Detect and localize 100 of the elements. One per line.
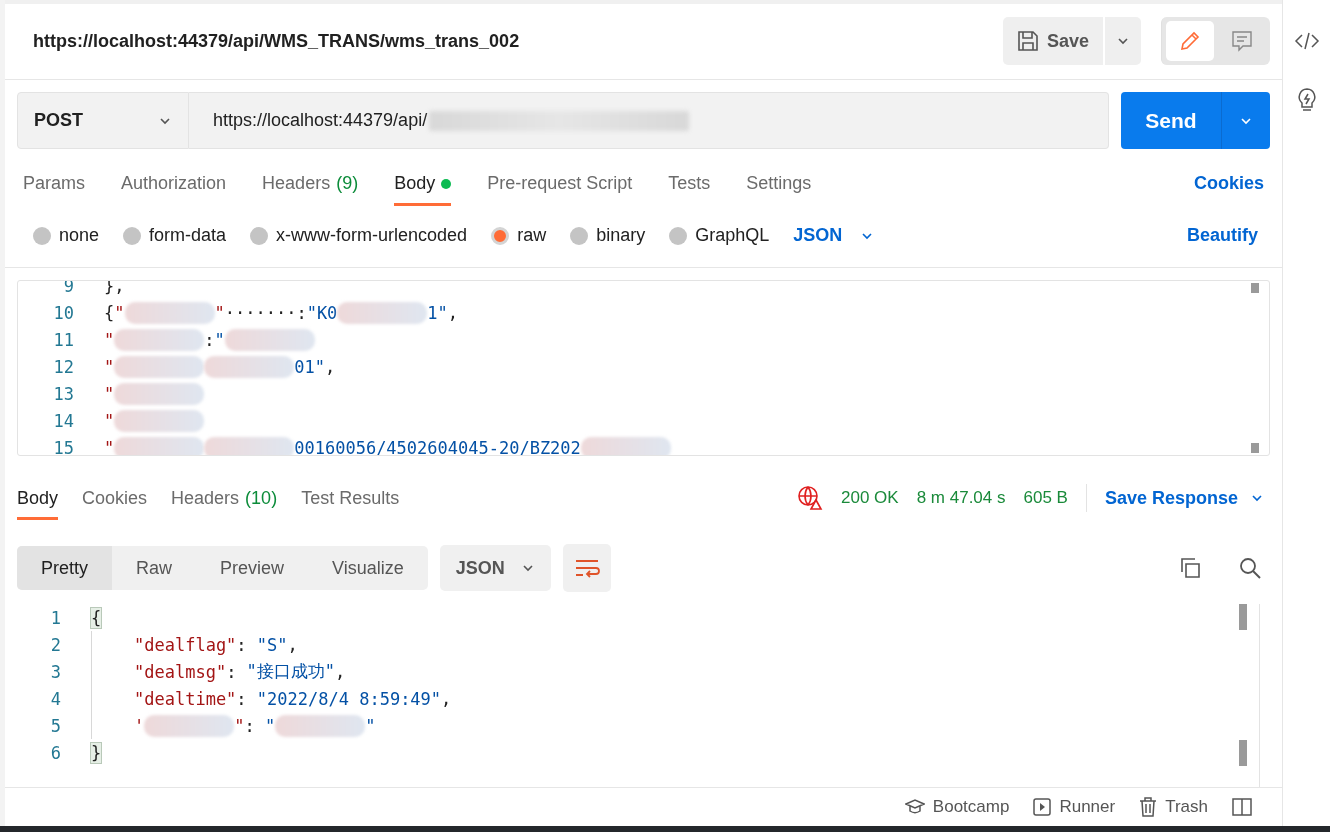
response-tab[interactable]: Body: [17, 476, 59, 521]
request-tab[interactable]: Authorization: [121, 161, 227, 206]
code-token: 01": [294, 357, 325, 378]
code-token: "S": [256, 634, 288, 655]
radio-label: GraphQL: [695, 225, 770, 247]
request-tab[interactable]: Pre-request Script: [487, 161, 633, 206]
code-token: :: [226, 661, 238, 682]
radio-circle[interactable]: [491, 226, 510, 245]
code-token: 00160056/4502604045-20/BZ202: [294, 438, 581, 456]
code-token: ,: [441, 688, 452, 709]
view-mode-tab[interactable]: Preview: [196, 546, 309, 591]
radio-circle[interactable]: [570, 226, 589, 245]
response-tab[interactable]: Test Results: [301, 476, 400, 521]
code-token: :: [236, 688, 248, 709]
request-tab[interactable]: Settings: [746, 161, 812, 206]
code-token: ': [134, 715, 145, 736]
code-token: ·······:: [224, 303, 307, 324]
footer-item[interactable]: Runner: [1033, 796, 1116, 817]
code-token: ,: [447, 303, 459, 324]
search-icon[interactable]: [1238, 556, 1262, 581]
save-button[interactable]: Save: [1002, 17, 1103, 66]
code-token: :: [236, 634, 248, 655]
code-token: {: [91, 607, 102, 628]
format-dropdown[interactable]: JSON: [439, 545, 551, 592]
wrap-lines-button[interactable]: [562, 544, 611, 593]
code-token: 1": [427, 303, 448, 324]
body-type-radio[interactable]: raw: [491, 225, 547, 247]
layout-icon[interactable]: [1232, 797, 1252, 816]
scrollbar-thumb[interactable]: [1239, 740, 1247, 767]
method-dropdown[interactable]: POST: [17, 91, 189, 150]
code-token: ,: [287, 634, 298, 655]
code-token: {: [104, 303, 115, 324]
globe-warning-icon: [797, 485, 823, 512]
code-token: ": [114, 303, 125, 324]
radio-label: form-data: [149, 225, 227, 247]
code-icon[interactable]: [1293, 30, 1320, 52]
view-mode-tab[interactable]: Visualize: [308, 546, 428, 591]
request-title: https://localhost:44379/api/WMS_TRANS/wms_trans_002: [33, 30, 521, 52]
graduation-cap-icon: [904, 797, 925, 816]
radio-circle[interactable]: [250, 226, 269, 245]
edit-mode-button[interactable]: [1166, 21, 1214, 62]
line-number: 14: [52, 411, 75, 432]
body-type-radio[interactable]: form-data: [123, 225, 227, 247]
line-number: 1: [49, 607, 62, 628]
view-mode-tab[interactable]: Raw: [112, 546, 197, 591]
radio-circle[interactable]: [669, 226, 688, 245]
line-number: 6: [49, 742, 62, 763]
response-tab[interactable]: Headers (10): [171, 476, 278, 521]
body-type-radio[interactable]: GraphQL: [669, 225, 770, 247]
request-tab[interactable]: Headers (9): [262, 161, 359, 206]
view-mode-tab[interactable]: Pretty: [17, 546, 112, 591]
scrollbar-thumb[interactable]: [1251, 282, 1259, 293]
wrap-lines-icon: [573, 557, 600, 580]
code-token: "接口成功": [246, 660, 336, 684]
scrollbar-thumb[interactable]: [1239, 604, 1247, 631]
format-dropdown[interactable]: JSON: [793, 225, 875, 247]
trash-icon: [1139, 796, 1158, 817]
line-number: 5: [49, 715, 62, 736]
comment-icon: [1230, 29, 1254, 54]
code-token: ": [234, 715, 245, 736]
request-tab[interactable]: Tests: [668, 161, 711, 206]
line-number: 12: [52, 357, 75, 378]
radio-label: none: [59, 225, 100, 247]
radio-label: binary: [596, 225, 646, 247]
request-tab[interactable]: Body: [394, 161, 452, 206]
code-token: ": [365, 715, 376, 736]
request-tab[interactable]: Params: [23, 161, 85, 206]
code-token: ": [104, 384, 115, 405]
code-token: ": [104, 438, 115, 456]
save-response-link[interactable]: Save Response: [1104, 487, 1238, 509]
play-icon: [1033, 797, 1052, 816]
code-token: ": [265, 715, 276, 736]
code-token: ": [104, 357, 115, 378]
code-token: "2022/8/4 8:59:49": [256, 688, 442, 709]
code-token: ": [214, 303, 225, 324]
body-type-radio[interactable]: none: [33, 225, 100, 247]
cookies-link[interactable]: Cookies: [1193, 173, 1264, 195]
code-token: ": [214, 330, 225, 351]
url-field[interactable]: https://localhost:44379/api/: [189, 91, 1109, 150]
radio-circle[interactable]: [33, 226, 51, 245]
radio-circle[interactable]: [123, 226, 142, 245]
code-token: ,: [324, 357, 336, 378]
line-number: 13: [52, 384, 75, 405]
status-code: 200 OK: [841, 488, 899, 509]
code-token: "K0: [306, 303, 338, 324]
response-size: 605 B: [1023, 488, 1068, 509]
code-token: "dealtime": [134, 688, 237, 709]
code-token: ": [104, 330, 115, 351]
line-number: 4: [49, 688, 62, 709]
code-token: "dealflag": [134, 634, 237, 655]
copy-icon[interactable]: [1178, 556, 1202, 581]
response-time: 8 m 47.04 s: [916, 488, 1006, 509]
body-type-radio[interactable]: binary: [570, 225, 646, 247]
line-number: 3: [49, 661, 62, 682]
footer-item[interactable]: Trash: [1139, 796, 1208, 817]
line-number: 10: [52, 303, 75, 324]
footer-item[interactable]: Bootcamp: [904, 796, 1010, 817]
scrollbar-thumb[interactable]: [1251, 443, 1259, 454]
beautify-link[interactable]: Beautify: [1187, 225, 1258, 247]
response-tab[interactable]: Cookies: [82, 476, 148, 521]
